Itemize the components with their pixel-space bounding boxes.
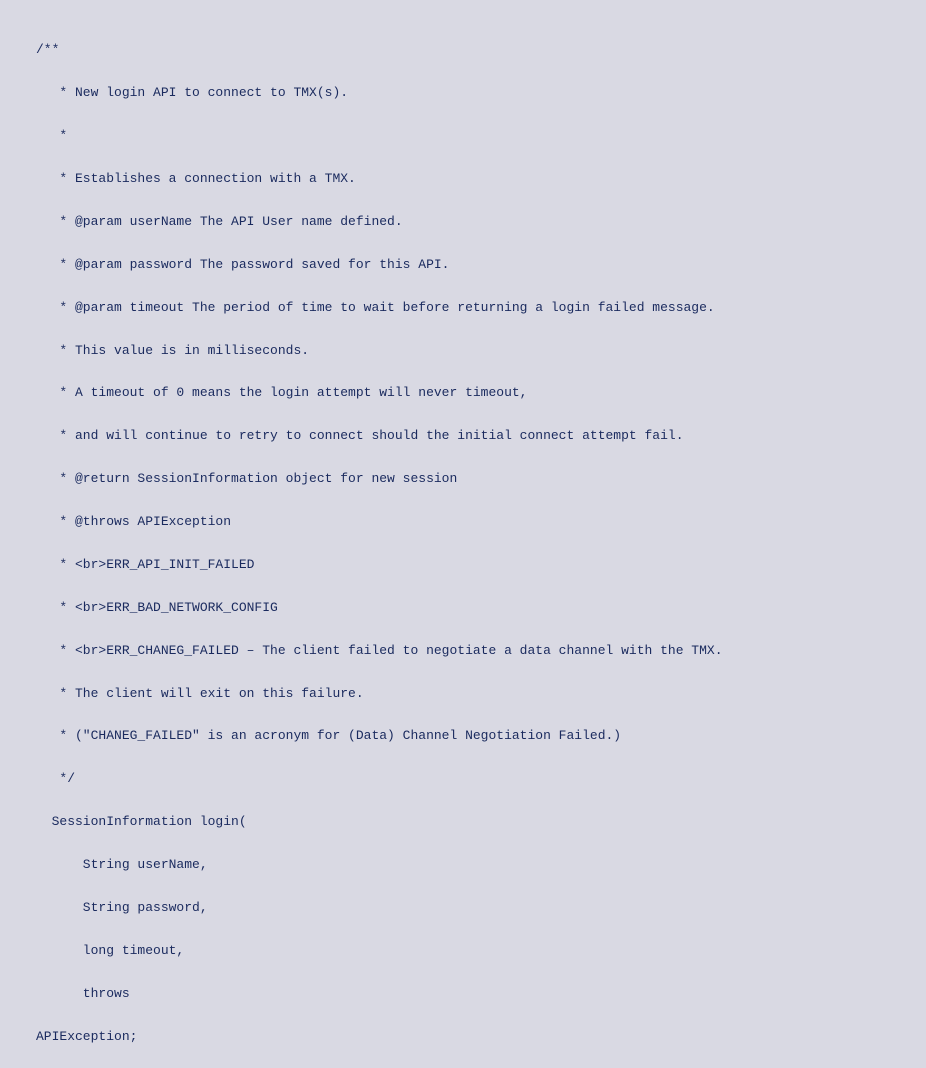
code-line: * [36,125,926,146]
code-line: SessionInformation login( [36,811,926,832]
code-line: * @throws APIException [36,511,926,532]
code-line: * A timeout of 0 means the login attempt… [36,382,926,403]
code-line: /** [36,39,926,60]
code-line: * New login API to connect to TMX(s). [36,82,926,103]
code-line: * <br>ERR_BAD_NETWORK_CONFIG [36,597,926,618]
code-line: * This value is in milliseconds. [36,340,926,361]
code-line: throws [36,983,926,1004]
code-block: /** * New login API to connect to TMX(s)… [36,18,926,1068]
code-line: */ [36,768,926,789]
code-line: * <br>ERR_CHANEG_FAILED – The client fai… [36,640,926,661]
code-line: * Establishes a connection with a TMX. [36,168,926,189]
code-line: * ("CHANEG_FAILED" is an acronym for (Da… [36,725,926,746]
code-line: * @param password The password saved for… [36,254,926,275]
code-line: * @param userName The API User name defi… [36,211,926,232]
code-line: * <br>ERR_API_INIT_FAILED [36,554,926,575]
code-line: String userName, [36,854,926,875]
code-line: * @param timeout The period of time to w… [36,297,926,318]
code-line: * @return SessionInformation object for … [36,468,926,489]
code-line: String password, [36,897,926,918]
code-line: * The client will exit on this failure. [36,683,926,704]
code-line: * and will continue to retry to connect … [36,425,926,446]
code-line: APIException; [36,1026,926,1047]
code-line: long timeout, [36,940,926,961]
